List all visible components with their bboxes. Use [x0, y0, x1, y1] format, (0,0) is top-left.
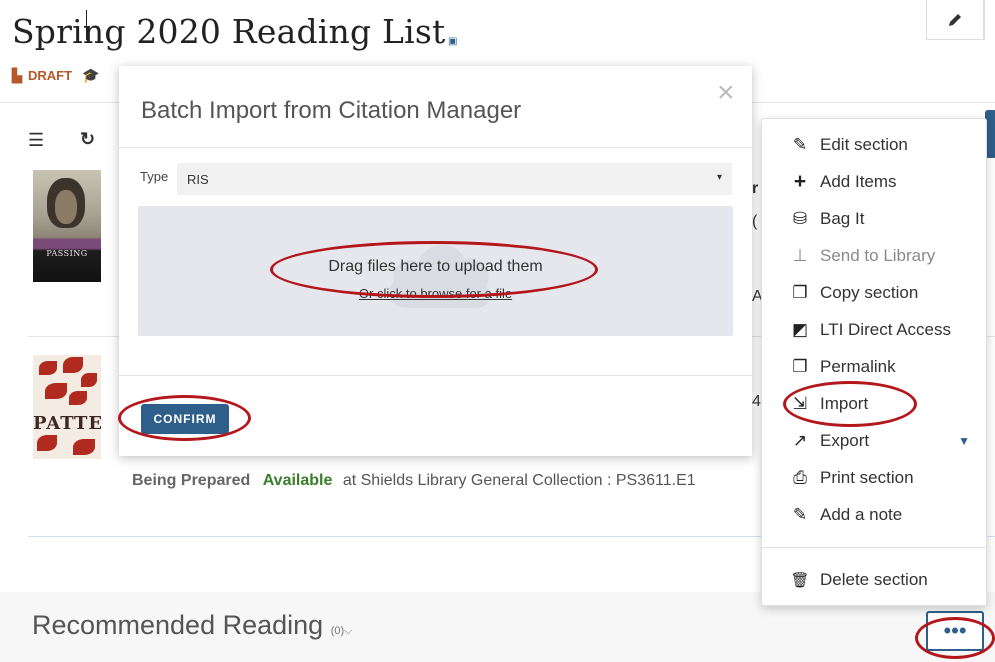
trash-icon: 🗑 [790, 572, 810, 589]
menu-item-label: Permalink [820, 357, 896, 376]
dialog-title: Batch Import from Citation Manager [141, 97, 522, 124]
menu-item-label: Delete section [820, 570, 928, 589]
menu-item-export[interactable]: ↗ Export ▼ [762, 425, 988, 457]
page-title: Spring 2020 Reading List [12, 12, 446, 51]
caret-down-icon: ▼ [958, 434, 970, 448]
menu-item-lti-direct-access[interactable]: ◩ LTI Direct Access [762, 314, 988, 346]
status-available[interactable]: Available [263, 472, 333, 489]
file-dropzone[interactable]: Drag files here to upload them Or click … [138, 206, 733, 336]
batch-import-dialog: Batch Import from Citation Manager × Typ… [119, 66, 752, 456]
type-select[interactable]: RIS ▾ [177, 163, 732, 195]
menu-item-copy-section[interactable]: ❐ Copy section [762, 277, 988, 309]
pencil-icon [949, 13, 961, 26]
plus-icon: + [793, 170, 807, 193]
cover-art [55, 190, 77, 224]
menu-item-label: Copy section [820, 283, 919, 302]
cover-art [81, 373, 97, 387]
pencil-icon: ✎ [792, 135, 808, 154]
location-text: at Shields Library General Collection : … [342, 472, 696, 489]
menu-item-label: Import [820, 394, 869, 413]
menu-item-label: Add a note [820, 505, 903, 524]
cover-art [63, 357, 83, 373]
status-being-prepared: Being Prepared [132, 472, 251, 489]
menu-item-label: Bag It [820, 209, 865, 228]
menu-item-label: Print section [820, 468, 914, 487]
bag-icon: ⛁ [792, 209, 808, 228]
divider [119, 375, 752, 376]
availability-line: Being Prepared Available at Shields Libr… [132, 472, 696, 490]
confirm-button[interactable]: CONFIRM [141, 404, 229, 434]
menu-item-import[interactable]: ⇲ Import [762, 388, 988, 420]
list-meta: ▙ DRAFT 🎓 [12, 67, 99, 84]
menu-item-add-a-note[interactable]: ✎ Add a note [762, 499, 988, 531]
menu-item-label: LTI Direct Access [820, 320, 951, 339]
close-icon[interactable]: × [717, 78, 735, 108]
dropzone-main-text: Drag files here to upload them [328, 258, 543, 275]
export-icon: ↗ [792, 431, 808, 450]
permalink-icon: ❐ [792, 357, 808, 376]
cover-art [39, 361, 57, 375]
pin-icon: ⊥ [792, 246, 808, 265]
edit-list-button-secondary[interactable] [984, 0, 995, 40]
caret-down-icon: ▾ [716, 172, 722, 183]
section-actions-menu: ✎ Edit section + Add Items ⛁ Bag It ⊥ Se… [761, 118, 988, 606]
cover-art [45, 383, 67, 399]
type-select-value: RIS [187, 172, 209, 187]
list-view-icon[interactable]: ☰ [28, 130, 44, 151]
menu-item-add-items[interactable]: + Add Items [762, 166, 988, 198]
section-title-text: Recommended Reading [32, 610, 324, 640]
menu-item-label: Edit section [820, 135, 908, 154]
menu-item-label: Add Items [820, 172, 897, 191]
menu-item-bag-it[interactable]: ⛁ Bag It [762, 203, 988, 235]
menu-item-send-to-library: ⊥ Send to Library [762, 240, 988, 272]
book-cover[interactable]: PASSING [33, 170, 101, 282]
browse-file-link[interactable]: Or click to browse for a file [138, 286, 733, 301]
menu-item-delete-section[interactable]: 🗑 Delete section [762, 564, 988, 596]
item-text-fragment: 4 [752, 393, 761, 410]
cover-title: PASSING [46, 249, 88, 258]
text-cursor [86, 10, 87, 40]
cover-art [69, 391, 87, 405]
book-cover[interactable]: PATTER [33, 355, 101, 459]
menu-item-label: Export [820, 431, 870, 450]
pushpin-icon: ✎ [792, 505, 808, 524]
edit-list-button[interactable] [926, 0, 984, 40]
section-count: (0) [330, 625, 345, 637]
graduation-cap-icon: 🎓 [82, 67, 100, 83]
section-title[interactable]: Recommended Reading (0)⌵ [32, 610, 353, 641]
menu-item-label: Send to Library [820, 246, 936, 265]
copy-icon: ❐ [792, 283, 808, 302]
menu-divider [762, 547, 988, 548]
menu-item-edit-section[interactable]: ✎ Edit section [762, 129, 988, 161]
cover-title: PATTER [33, 413, 101, 434]
cover-art [37, 435, 57, 451]
refresh-icon[interactable]: ↻ [80, 129, 95, 150]
lti-icon: ◩ [791, 320, 809, 339]
cover-art [73, 439, 95, 455]
item-text-fragment: ( [752, 213, 758, 230]
type-label: Type [140, 169, 169, 184]
menu-item-print-section[interactable]: ⎙ Print section [762, 462, 988, 494]
chevron-down-icon[interactable]: ⌵ [344, 625, 352, 637]
print-icon: ⎙ [793, 468, 807, 487]
item-text-fragment: r [752, 180, 759, 197]
document-icon: ▙ [12, 67, 22, 83]
menu-item-permalink[interactable]: ❐ Permalink [762, 351, 988, 383]
divider [119, 147, 752, 148]
share-icon[interactable]: ▣ [448, 36, 457, 47]
more-actions-button[interactable]: ••• [926, 611, 984, 651]
status-badge: DRAFT [28, 68, 73, 83]
import-icon: ⇲ [792, 394, 808, 413]
